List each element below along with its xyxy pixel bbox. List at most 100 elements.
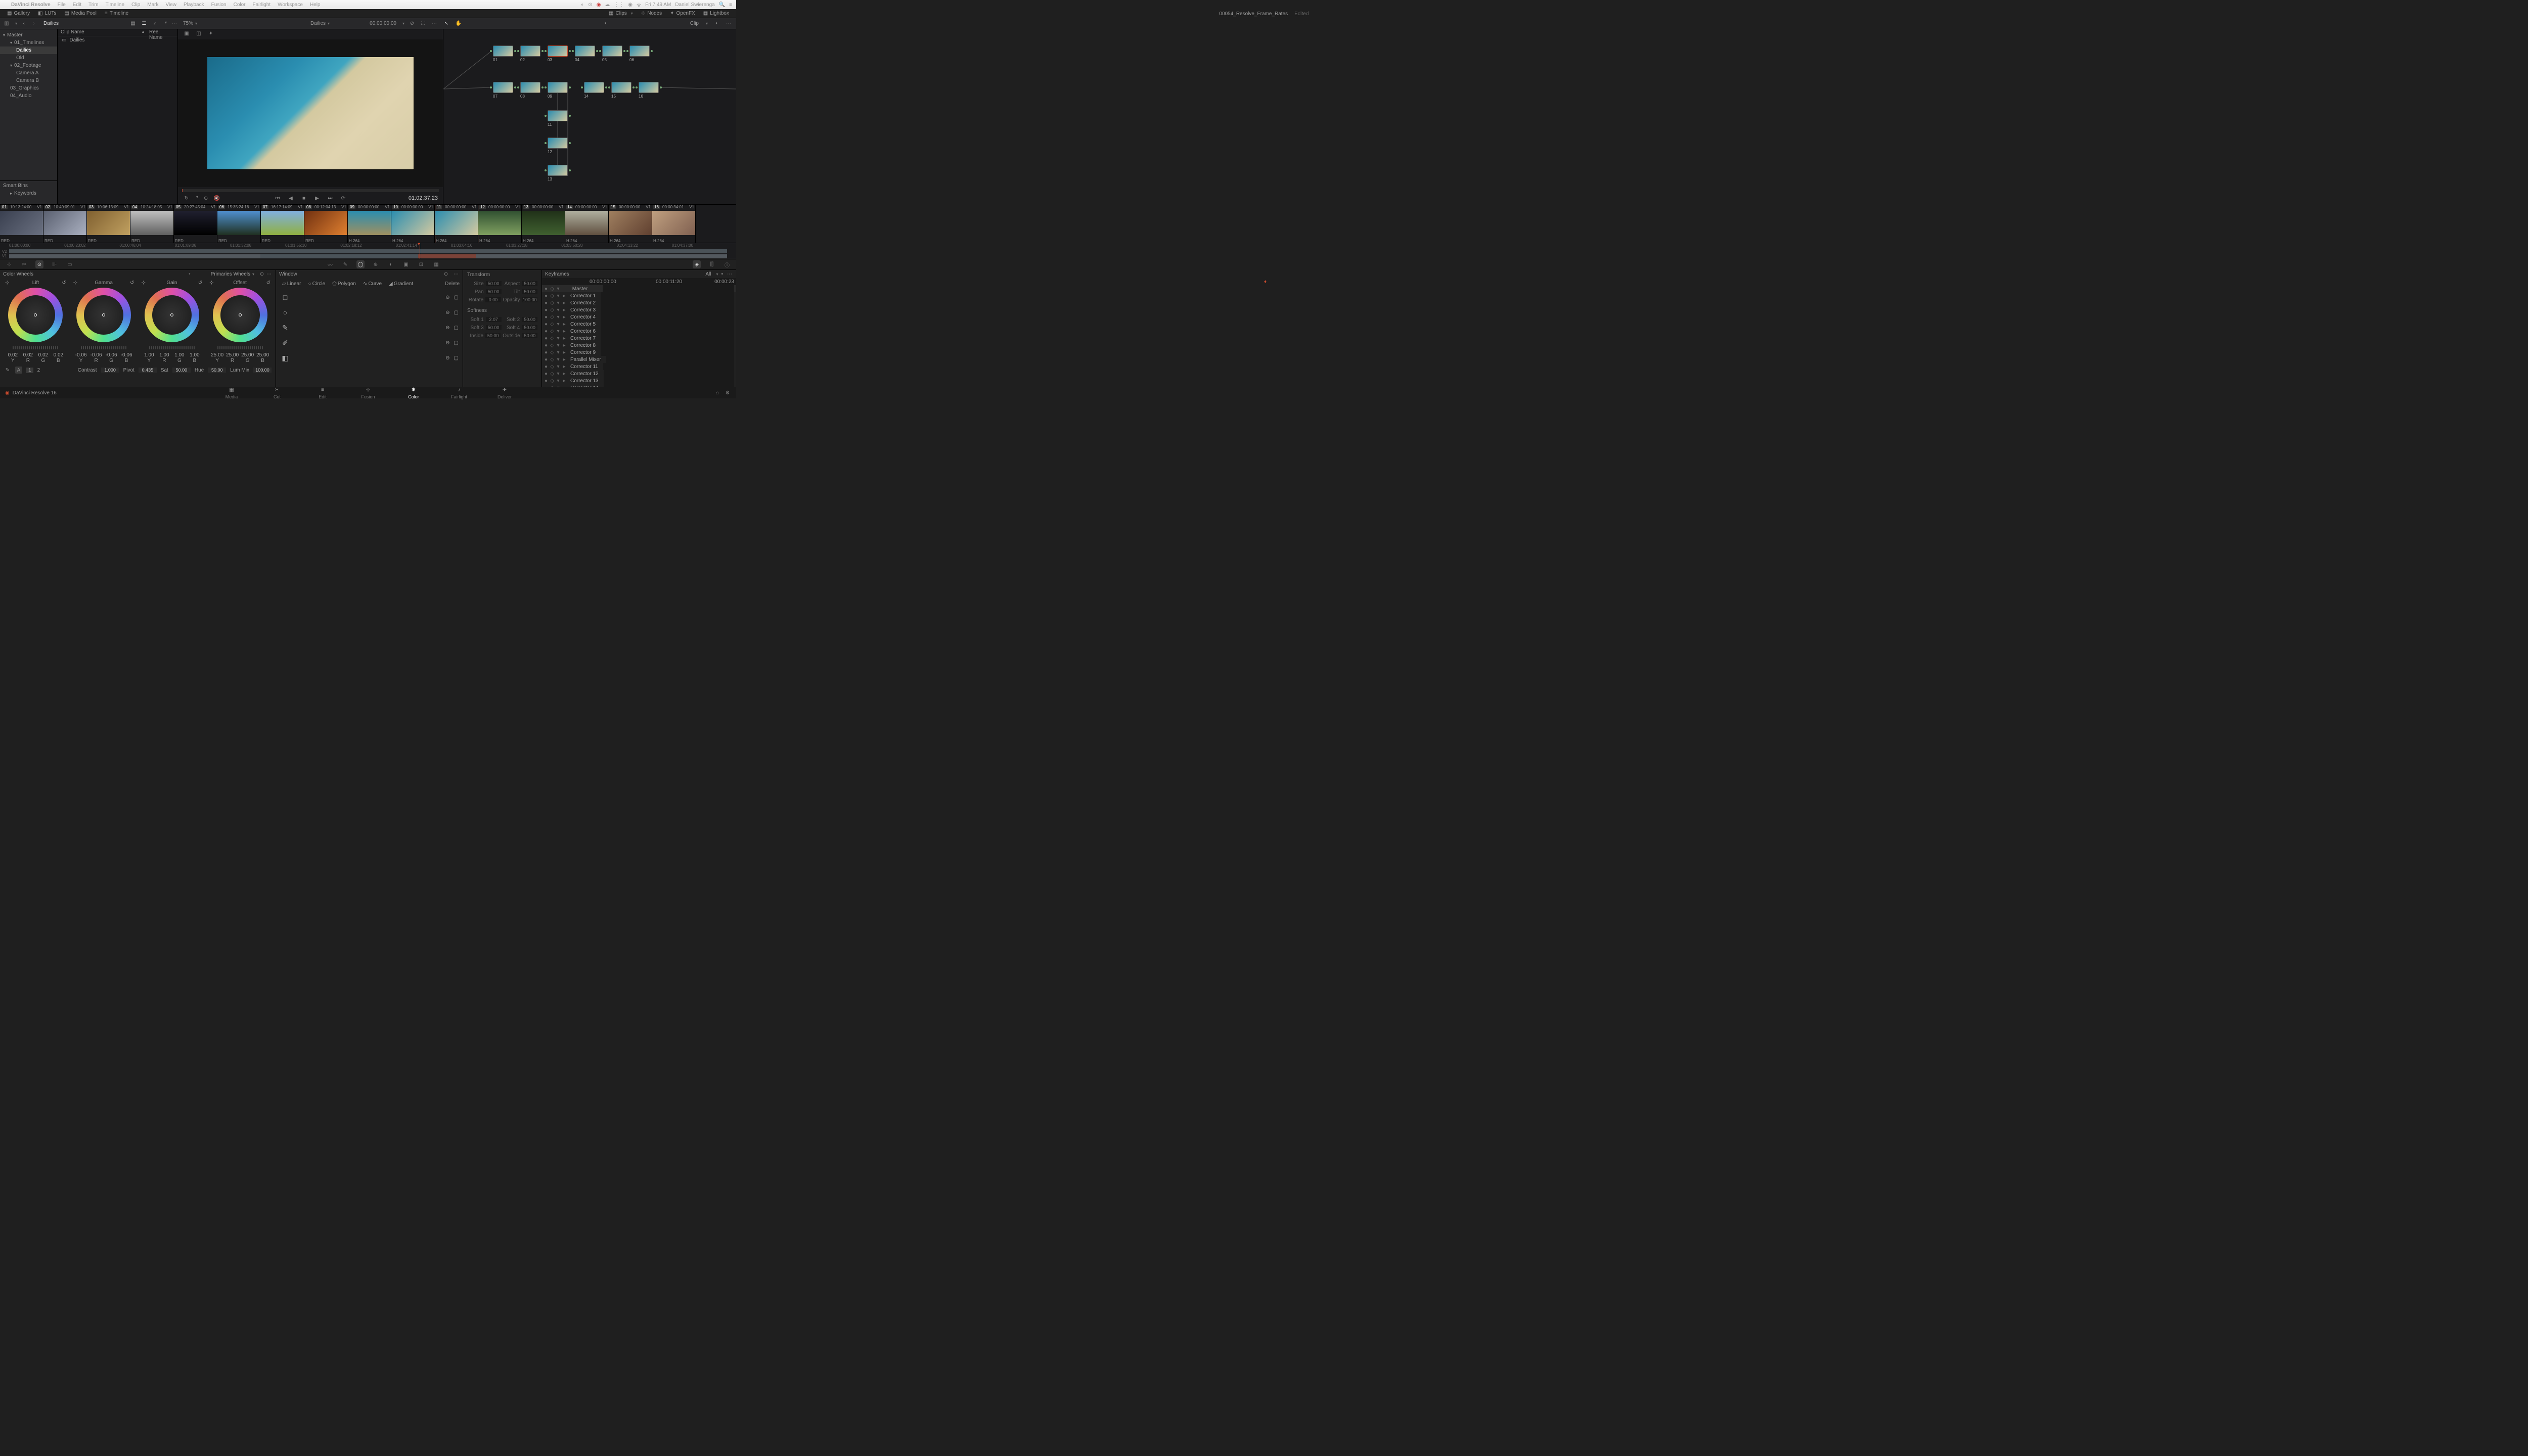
status-icon[interactable]: ☁	[605, 2, 610, 8]
luts-button[interactable]: ◧LUTs	[34, 9, 60, 18]
reset-icon[interactable]: ↺	[62, 280, 66, 286]
softness-value[interactable]: 2.07	[486, 317, 502, 322]
fairlight-page[interactable]: ♪Fairlight	[446, 387, 472, 399]
sidebar-item[interactable]: Old	[0, 54, 57, 62]
keyframe-track[interactable]: ●◇▾▸Corrector 3	[542, 306, 736, 313]
color-node[interactable]	[520, 82, 540, 93]
color-node[interactable]	[584, 82, 604, 93]
wheel-value[interactable]: 0.02	[21, 352, 34, 358]
softness-value[interactable]: 50.00	[485, 333, 501, 338]
more-icon[interactable]: ⋯	[171, 20, 178, 27]
qualifier-icon[interactable]: ✂	[20, 260, 28, 268]
search-icon[interactable]: ⌕	[152, 20, 159, 27]
sidebar-item[interactable]: 04_Audio	[0, 92, 57, 100]
list-view-icon[interactable]: ☰	[141, 20, 148, 27]
thumbnail-clip[interactable]: 0520:27:45:04V1RED	[174, 205, 217, 243]
clock[interactable]: Fri 7:49 AM	[645, 2, 671, 8]
keyframe-track[interactable]: ●◇▾▸Corrector 11	[542, 363, 736, 370]
clips-button[interactable]: ▦Clips▾	[605, 11, 637, 16]
curves-icon[interactable]: 〰	[326, 260, 334, 268]
zoom-level[interactable]: 75%	[183, 21, 193, 26]
sidebar-item[interactable]: Camera A	[0, 69, 57, 77]
fusion-menu[interactable]: Fusion	[211, 2, 227, 8]
transform-value[interactable]: 50.00	[522, 289, 537, 294]
tracker-icon[interactable]: ⊕	[372, 260, 380, 268]
wheel-value[interactable]: -0.06	[120, 352, 133, 358]
color-wheel[interactable]	[76, 288, 131, 342]
thumb-view-icon[interactable]: ▦	[129, 20, 137, 27]
info-icon[interactable]: ⓘ	[723, 260, 731, 268]
all-dropdown[interactable]: All	[705, 271, 711, 277]
next-clip-icon[interactable]: ⏭	[327, 195, 334, 202]
timeline-button[interactable]: ≡Timeline	[101, 9, 132, 18]
keyframe-track[interactable]: ●◇▾▸Corrector 4	[542, 313, 736, 321]
wifi-icon[interactable]: ᯤ	[637, 1, 641, 8]
keyframe-track[interactable]: ●◇▾▸Corrector 7	[542, 335, 736, 342]
help-menu[interactable]: Help	[310, 2, 321, 8]
window-curve[interactable]: ✎⊖▢	[276, 320, 463, 335]
media-page[interactable]: ▦Media	[219, 387, 244, 399]
clip-dropdown[interactable]: Clip	[690, 21, 699, 26]
auto-icon[interactable]: A	[15, 367, 22, 374]
deliver-page[interactable]: ✈Deliver	[492, 387, 517, 399]
keyframe-track[interactable]: ●◇▾▸Corrector 1	[542, 292, 736, 299]
wheels-icon[interactable]: ⊙	[35, 260, 43, 268]
color-node[interactable]	[548, 165, 568, 176]
delete-button[interactable]: Delete	[445, 281, 460, 287]
back-icon[interactable]: ‹	[20, 20, 27, 27]
home-icon[interactable]: ⌂	[714, 389, 721, 396]
viewer-canvas[interactable]	[178, 39, 443, 187]
jog-wheel[interactable]	[217, 346, 263, 349]
keywords-bin[interactable]: ▸Keywords	[0, 190, 57, 197]
master-bin[interactable]: ▾Master	[0, 31, 57, 39]
jog-wheel[interactable]	[13, 346, 58, 349]
key-icon[interactable]: ▣	[402, 260, 410, 268]
thumbnail-clip[interactable]: 1400:00:00:00V1H.264	[565, 205, 609, 243]
viewer-tc[interactable]: 00:00:00:00	[370, 21, 396, 26]
more-icon[interactable]: ⋯	[431, 20, 438, 27]
playback-menu[interactable]: Playback	[184, 2, 204, 8]
mini-timeline[interactable]: 01:00:00:0001:00:23:0201:00:46:0401:01:0…	[0, 243, 736, 259]
log-icon[interactable]: ▭	[66, 260, 74, 268]
media-pool-button[interactable]: ▤Media Pool	[60, 9, 100, 18]
wheel-value[interactable]: 0.02	[52, 352, 65, 358]
pivot-input[interactable]	[139, 368, 157, 373]
keyframe-track[interactable]: ●◇▾▸Corrector 9	[542, 349, 736, 356]
wheel-value[interactable]: -0.06	[74, 352, 87, 358]
scopes-icon[interactable]: ⫿⫿	[708, 260, 716, 268]
more-icon[interactable]: ⋯	[725, 20, 732, 27]
reset-icon[interactable]: ⊙	[442, 270, 449, 278]
keyframe-track[interactable]: ●◇▾▸Corrector 6	[542, 328, 736, 335]
thumbnail-clip[interactable]: 1300:00:00:00V1H.264	[522, 205, 565, 243]
gallery-button[interactable]: ▦Gallery	[3, 9, 34, 18]
status-icon[interactable]: ◐	[581, 2, 584, 8]
edit-menu[interactable]: Edit	[73, 2, 81, 8]
curve-button[interactable]: ∿Curve	[360, 280, 385, 288]
picker-icon[interactable]: ⊹	[209, 280, 213, 286]
color-node[interactable]	[611, 82, 631, 93]
pan-icon[interactable]: ✋	[455, 20, 462, 27]
wheel-value[interactable]: 25.00	[256, 352, 269, 358]
siri-icon[interactable]: ≡	[729, 2, 732, 8]
play-icon[interactable]: ▶	[313, 195, 321, 202]
thumbnail-clip[interactable]: 1000:00:00:00V1H.264	[391, 205, 435, 243]
viewer-timecode[interactable]: 01:02:37:23	[409, 195, 438, 201]
thumbnail-clip[interactable]: 0410:24:18:05V1RED	[130, 205, 174, 243]
wheel-value[interactable]: 1.00	[188, 352, 201, 358]
thumbnail-clip[interactable]: 0716:17:14:09V1RED	[261, 205, 304, 243]
wheels-mode[interactable]: Primaries Wheels	[211, 271, 250, 277]
sidebar-item[interactable]: ▾01_Timelines	[0, 39, 57, 47]
softness-value[interactable]: 50.00	[522, 333, 537, 338]
keyframe-track[interactable]: ●◇▾▸Corrector 2	[542, 299, 736, 306]
window-gradient[interactable]: ◧⊖▢	[276, 350, 463, 366]
color-node[interactable]	[493, 82, 513, 93]
settings-icon[interactable]: ⚙	[724, 389, 731, 396]
wheel-value[interactable]: 25.00	[241, 352, 254, 358]
transform-value[interactable]: 50.00	[486, 289, 502, 294]
fwd-icon[interactable]: ›	[30, 20, 37, 27]
sizing-icon[interactable]: ⊡	[417, 260, 425, 268]
bypass-icon[interactable]: ⊘	[409, 20, 416, 27]
nodes-button[interactable]: ⊹Nodes	[637, 11, 666, 16]
col-reelname[interactable]: Reel Name	[149, 29, 174, 36]
window-icon[interactable]: ◯	[356, 260, 365, 268]
